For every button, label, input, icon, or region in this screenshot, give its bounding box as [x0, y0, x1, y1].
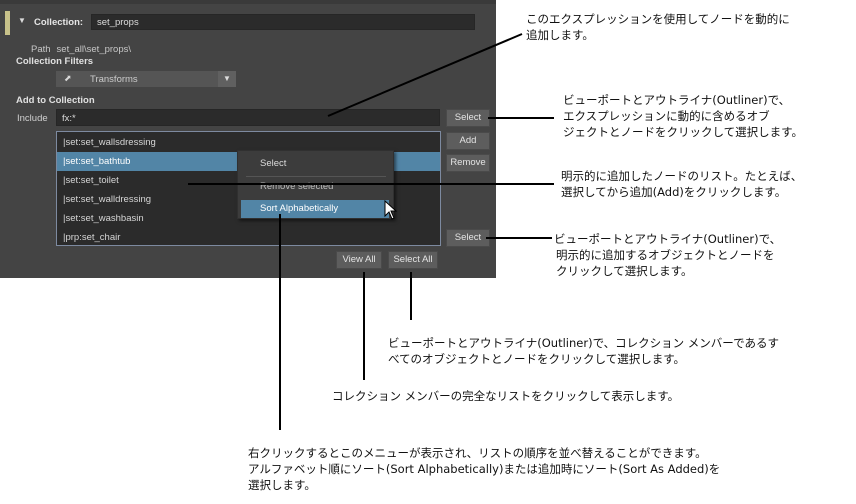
annotation-line: エクスプレッションに動的に含めるオブ [563, 109, 770, 123]
annotation-line: ビューポートとアウトライナ(Outliner)で、コレクション メンバーであるす [388, 336, 779, 350]
collection-accent-bar [5, 11, 10, 35]
add-to-collection-label: Add to Collection [16, 95, 95, 106]
annotation-line: ジェクトとノードをクリックして選択します。 [563, 125, 804, 139]
annotation-line: コレクション メンバーの完全なリストをクリックして表示します。 [332, 389, 680, 403]
context-menu-remove-selected[interactable]: Remove selected [238, 178, 393, 196]
annotation-line: 追加します。 [526, 28, 594, 42]
transform-filter-icon: ⬈ [64, 73, 72, 83]
path-label: Path [31, 44, 51, 55]
include-expression-input[interactable]: fx:* [56, 109, 440, 126]
annotation-include-expression: このエクスプレッションを使用してノードを動的に 追加します。 [526, 11, 790, 43]
collection-name-field[interactable]: set_props [91, 14, 475, 30]
list-context-menu: Select Remove selected Sort Alphabetical… [237, 150, 394, 219]
annotation-select-explicit: ビューポートとアウトライナ(Outliner)で、 明示的に追加するオブジェクト… [554, 231, 781, 279]
context-menu-separator [246, 176, 386, 177]
collection-editor-panel: ▼ Collection: set_props Path set_all\set_… [0, 0, 496, 278]
add-button[interactable]: Add [446, 132, 490, 150]
annotation-line: 選択してから追加(Add)をクリックします。 [561, 185, 787, 199]
annotation-line: 明示的に追加するオブジェクトとノードを [556, 248, 775, 262]
annotation-select-all: ビューポートとアウトライナ(Outliner)で、コレクション メンバーであるす… [388, 335, 779, 367]
annotation-select-include: ビューポートとアウトライナ(Outliner)で、 エクスプレッションに動的に含… [563, 92, 803, 140]
list-item[interactable]: |prp:set_chair [57, 228, 440, 247]
context-menu-select[interactable]: Select [238, 155, 393, 173]
annotation-line: ビューポートとアウトライナ(Outliner)で、 [554, 232, 782, 246]
path-value: set_all\set_props\ [56, 44, 132, 55]
filter-value: Transforms [90, 74, 138, 85]
annotation-line: 明示的に追加したノードのリスト。たとえば、 [561, 169, 803, 183]
annotation-line: このエクスプレッションを使用してノードを動的に [526, 12, 790, 26]
annotation-line: アルファベット順にソート(Sort Alphabetically)または追加時に… [248, 462, 721, 476]
include-label: Include [17, 113, 48, 124]
collection-label: Collection: [34, 17, 84, 28]
annotation-line: クリックして選択します。 [556, 264, 693, 278]
select-all-button[interactable]: Select All [388, 251, 438, 269]
context-menu-sort-alphabetically[interactable]: Sort Alphabetically [241, 200, 389, 218]
select-include-button[interactable]: Select [446, 109, 490, 127]
mouse-pointer-icon [384, 200, 398, 220]
panel-top-edge [0, 0, 496, 4]
collection-filter-dropdown[interactable]: ⬈ Transforms ▼ [56, 71, 236, 87]
collection-path: Path set_all\set_props\ [31, 44, 131, 55]
annotation-view-all: コレクション メンバーの完全なリストをクリックして表示します。 [332, 388, 679, 404]
annotation-line: べてのオブジェクトとノードをクリックして選択します。 [388, 352, 686, 366]
annotation-line: ビューポートとアウトライナ(Outliner)で、 [563, 93, 791, 107]
select-explicit-button[interactable]: Select [446, 229, 490, 247]
chevron-down-icon: ▼ [223, 74, 231, 83]
collection-filters-label: Collection Filters [16, 56, 94, 67]
remove-button[interactable]: Remove [446, 154, 490, 172]
annotation-context-menu: 右クリックするとこのメニューが表示され、リストの順序を並べ替えることができます。… [248, 445, 720, 493]
triangle-down-icon[interactable]: ▼ [18, 16, 26, 25]
annotation-explicit-list: 明示的に追加したノードのリスト。たとえば、 選択してから追加(Add)をクリック… [561, 168, 802, 200]
dropdown-arrow-box[interactable]: ▼ [218, 71, 236, 87]
annotation-line: 選択します。 [248, 478, 316, 492]
annotation-line: 右クリックするとこのメニューが表示され、リストの順序を並べ替えることができます。 [248, 446, 707, 460]
view-all-button[interactable]: View All [336, 251, 382, 269]
